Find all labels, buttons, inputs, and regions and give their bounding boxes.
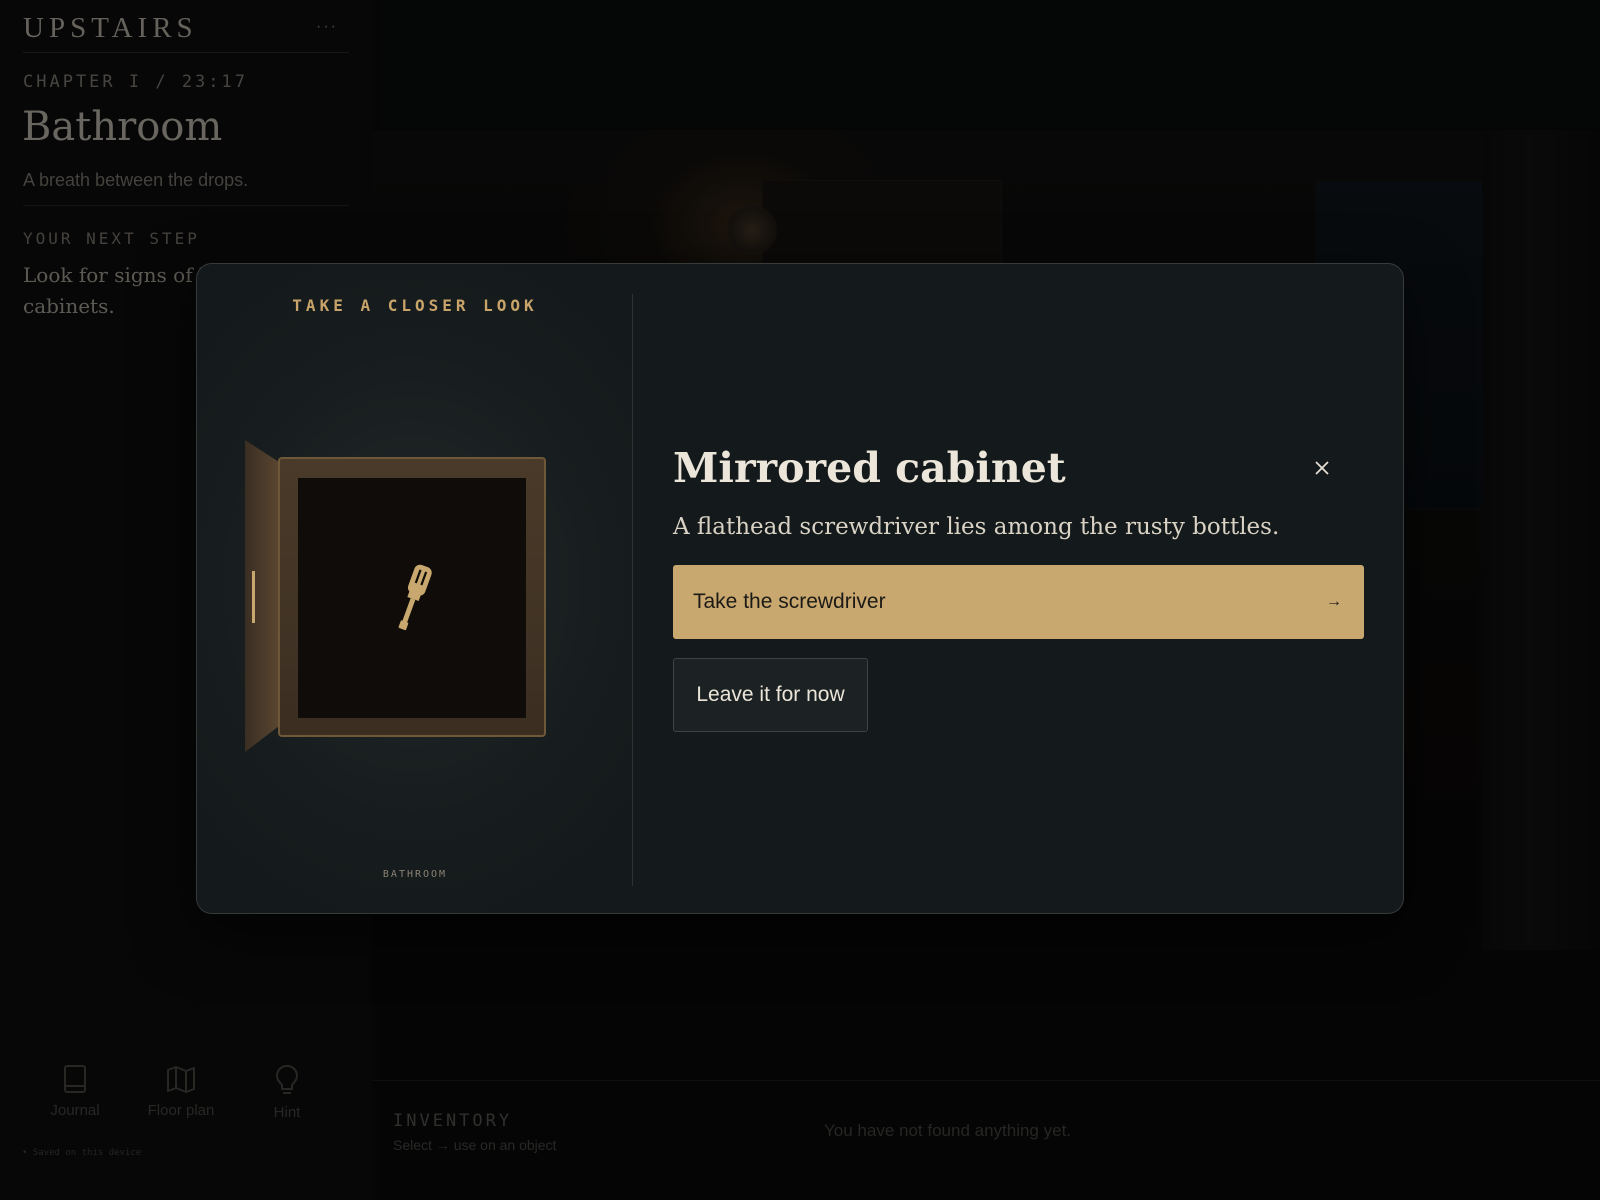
- button-label: Leave it for now: [696, 683, 845, 706]
- close-icon: [1315, 461, 1329, 475]
- arrow-right-icon: →: [1326, 593, 1342, 610]
- close-button[interactable]: [1307, 453, 1337, 483]
- modal-eyebrow: TAKE A CLOSER LOOK: [292, 296, 538, 315]
- leave-it-button[interactable]: Leave it for now: [673, 658, 868, 732]
- location-tag: BATHROOM: [382, 869, 448, 880]
- take-screwdriver-button[interactable]: Take the screwdriver →: [673, 565, 1364, 639]
- modal-description: A flathead screwdriver lies among the ru…: [673, 514, 1280, 540]
- open-cabinet-with-screwdriver-icon: [245, 440, 546, 752]
- closer-look-modal: TAKE A CLOSER LOOK BATHROOM Mirrored cab…: [196, 263, 1404, 914]
- button-label: Take the screwdriver: [693, 590, 886, 613]
- illustration-panel: TAKE A CLOSER LOOK BATHROOM: [197, 264, 633, 913]
- divider: [632, 294, 633, 886]
- modal-title: Mirrored cabinet: [673, 444, 1066, 492]
